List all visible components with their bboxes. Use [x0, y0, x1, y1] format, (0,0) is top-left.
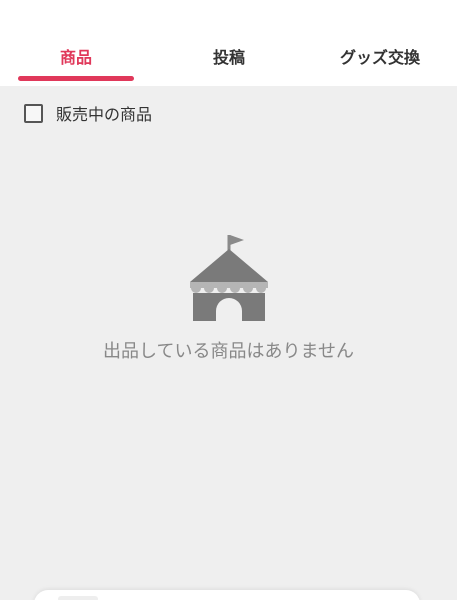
tab-bar: 商品 投稿 グッズ交換	[0, 36, 457, 86]
bottom-sheet[interactable]	[34, 590, 420, 600]
tab-goods-exchange-label: グッズ交換	[339, 48, 420, 67]
bottom-sheet-handle[interactable]	[58, 596, 98, 600]
tab-posts[interactable]: 投稿	[171, 36, 287, 86]
empty-state-message: 出品している商品はありません	[103, 341, 354, 362]
on-sale-checkbox[interactable]	[24, 103, 43, 123]
active-tab-indicator	[18, 76, 134, 81]
tent-icon	[190, 235, 268, 321]
on-sale-filter-label: 販売中の商品	[56, 105, 153, 124]
tab-products-label: 商品	[59, 48, 92, 67]
tab-posts-label: 投稿	[212, 48, 245, 67]
tab-goods-exchange[interactable]: グッズ交換	[322, 36, 438, 86]
tab-header: 商品 投稿 グッズ交換	[0, 0, 457, 86]
app-screen: 商品 投稿 グッズ交換 販売中の商品 出品している商品はありません	[0, 0, 457, 600]
on-sale-filter[interactable]: 販売中の商品	[24, 101, 152, 125]
